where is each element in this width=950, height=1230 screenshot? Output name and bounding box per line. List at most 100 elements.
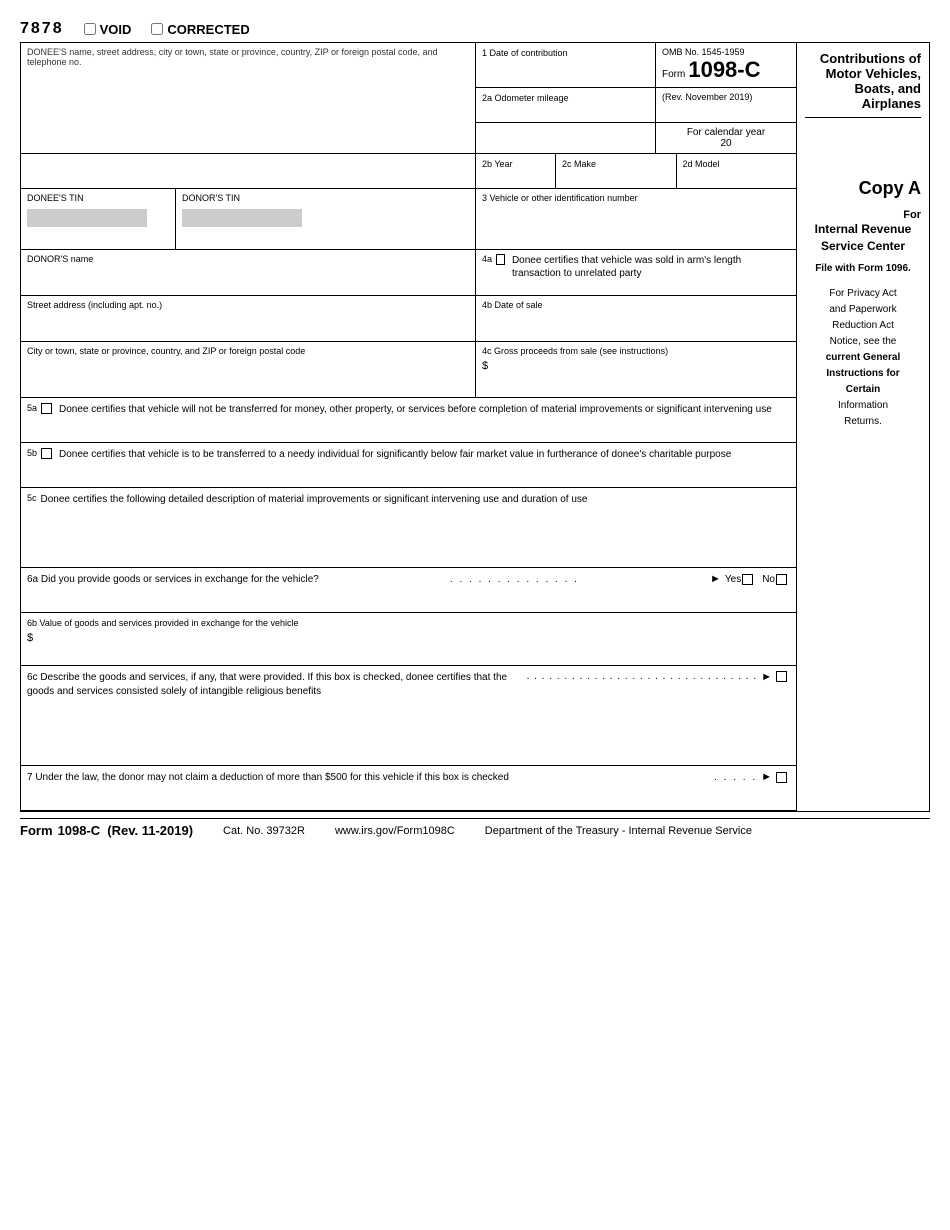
donee-tin-input[interactable] <box>27 209 147 227</box>
footer-form-ref: Form 1098-C (Rev. 11-2019) <box>20 823 193 838</box>
field5b-inner: 5b Donee certifies that vehicle is to be… <box>27 448 790 462</box>
form-body: DONEE'S name, street address, city or to… <box>20 42 930 812</box>
corrected-checkbox[interactable] <box>151 23 163 35</box>
donee-name-cell: DONEE'S name, street address, city or to… <box>21 43 476 153</box>
footer-website: www.irs.gov/Form1098C <box>335 825 455 837</box>
field7-dots: . . . . . <box>714 772 757 783</box>
city-label: City or town, state or province, country… <box>27 346 469 356</box>
right-side-panel: Contributions of Motor Vehicles, Boats, … <box>797 43 929 811</box>
field2d-label: 2d Model <box>683 159 720 169</box>
field4c-dollar: $ <box>482 360 790 372</box>
copy-a-label: Copy A <box>805 178 921 199</box>
field6b-label: 6b Value of goods and services provided … <box>27 618 790 628</box>
field4a-text: Donee certifies that vehicle was sold in… <box>512 254 790 280</box>
irs-lines: Internal Revenue Service Center <box>805 221 921 255</box>
field3-cell: 3 Vehicle or other identification number <box>476 189 796 249</box>
field5a-inner: 5a Donee certifies that vehicle will not… <box>27 403 790 417</box>
row-street-4b: Street address (including apt. no.) 4b D… <box>21 296 796 342</box>
field2c-input[interactable] <box>562 170 670 184</box>
footer-cat: Cat. No. 39732R <box>223 825 305 837</box>
corrected-label: CORRECTED <box>167 22 249 37</box>
page: 7878 VOID CORRECTED DONEE'S name, street… <box>20 20 930 838</box>
irs-line1: Internal Revenue <box>815 222 912 236</box>
field6a-yes: Yes <box>725 574 741 585</box>
right-header-col: 1 Date of contribution OMB No. 1545-1959… <box>476 43 796 153</box>
street-input[interactable] <box>27 310 469 335</box>
field4c-cell: 4c Gross proceeds from sale (see instruc… <box>476 342 796 397</box>
top-line: 7878 VOID CORRECTED <box>20 20 930 38</box>
fields-2bcd: 2b Year 2c Make 2d Model <box>476 154 796 188</box>
row-7: 7 Under the law, the donor may not claim… <box>21 766 796 811</box>
privacy-line1: For Privacy Act <box>829 288 896 299</box>
field2a-label: 2a Odometer mileage <box>482 93 569 103</box>
privacy-line3: Reduction Act <box>832 320 894 331</box>
field4a-label: 4a <box>482 254 492 264</box>
field4a-checkbox[interactable] <box>496 254 505 265</box>
row-2bcd: 2b Year 2c Make 2d Model <box>21 154 796 189</box>
street-cell: Street address (including apt. no.) <box>21 296 476 341</box>
field6c-label: 6c Describe the goods and services, if a… <box>27 671 523 699</box>
void-label: VOID <box>100 22 132 37</box>
field5b-label: 5b <box>27 448 37 458</box>
field2a-input[interactable] <box>482 104 649 118</box>
donor-tin-label: DONOR'S TIN <box>182 193 469 203</box>
row-5c: 5c Donee certifies the following detaile… <box>21 488 796 568</box>
omb-label: OMB No. 1545-1959 <box>662 47 790 57</box>
field5a-text: Donee certifies that vehicle will not be… <box>59 403 772 417</box>
field6a-dots: . . . . . . . . . . . . . . <box>319 574 710 585</box>
field3-input[interactable] <box>482 203 790 238</box>
field4c-input[interactable] <box>482 372 790 392</box>
field6b-dollar: $ <box>27 632 790 644</box>
title-line3: Boats, and <box>855 81 921 96</box>
city-input[interactable] <box>27 356 469 386</box>
for-label: For <box>805 209 921 221</box>
void-checkbox[interactable] <box>84 23 96 35</box>
cal-year-spacer <box>476 123 656 153</box>
field6b-input[interactable] <box>27 644 790 660</box>
donor-name-input[interactable] <box>27 264 469 289</box>
title-line1: Contributions of <box>820 51 921 66</box>
file-label: File with Form 1096. <box>805 263 921 274</box>
field6c-inner: 6c Describe the goods and services, if a… <box>27 671 790 699</box>
donee-tin-label: DONEE'S TIN <box>27 193 169 203</box>
street-label: Street address (including apt. no.) <box>27 300 469 310</box>
field2b-input[interactable] <box>482 170 549 184</box>
field6a-yes-checkbox[interactable] <box>742 574 753 585</box>
field5c-label: 5c <box>27 493 37 503</box>
field7-checkbox[interactable] <box>776 772 787 783</box>
field5b-checkbox[interactable] <box>41 448 52 459</box>
field5a-checkbox[interactable] <box>41 403 52 414</box>
field6a-no-checkbox[interactable] <box>776 574 787 585</box>
field1-input[interactable] <box>482 59 649 77</box>
field7-inner: 7 Under the law, the donor may not claim… <box>27 771 790 783</box>
footer-form-name: 1098-C <box>58 823 101 838</box>
donor-tin-input[interactable] <box>182 209 302 227</box>
donor-tin-cell: DONOR'S TIN <box>176 189 476 249</box>
donee-name-label: DONEE'S name, street address, city or to… <box>27 47 469 67</box>
field5c-inner: 5c Donee certifies the following detaile… <box>27 493 790 507</box>
field4a-cell: 4a Donee certifies that vehicle was sold… <box>476 250 796 295</box>
field4a-inner: 4a Donee certifies that vehicle was sold… <box>482 254 790 280</box>
row-6b: 6b Value of goods and services provided … <box>21 613 796 666</box>
row-6a: 6a Did you provide goods or services in … <box>21 568 796 613</box>
row-6c: 6c Describe the goods and services, if a… <box>21 666 796 766</box>
form-name: 1098-C <box>688 57 760 83</box>
field7-label: 7 Under the law, the donor may not claim… <box>27 772 710 783</box>
field4b-input[interactable] <box>482 310 790 335</box>
field2d-input[interactable] <box>683 170 791 184</box>
donee-tin-cell: DONEE'S TIN <box>21 189 176 249</box>
privacy-section: For Privacy Act and Paperwork Reduction … <box>805 286 921 430</box>
city-cell: City or town, state or province, country… <box>21 342 476 397</box>
footer-rev: (Rev. 11-2019) <box>107 823 193 838</box>
donor-name-cell: DONOR'S name <box>21 250 476 295</box>
title-line2: Motor Vehicles, <box>826 66 921 81</box>
field4b-cell: 4b Date of sale <box>476 296 796 341</box>
privacy-line4: Notice, see the <box>830 336 897 347</box>
for-irs-section: For Internal Revenue Service Center <box>805 209 921 255</box>
form-name-row: Form 1098-C <box>662 57 790 83</box>
main-content: DONEE'S name, street address, city or to… <box>21 43 797 811</box>
footer-dept: Department of the Treasury - Internal Re… <box>485 825 752 837</box>
void-checkbox-group: VOID <box>84 22 132 37</box>
field6c-checkbox[interactable] <box>776 671 787 682</box>
field1-omb-row: 1 Date of contribution OMB No. 1545-1959… <box>476 43 796 88</box>
